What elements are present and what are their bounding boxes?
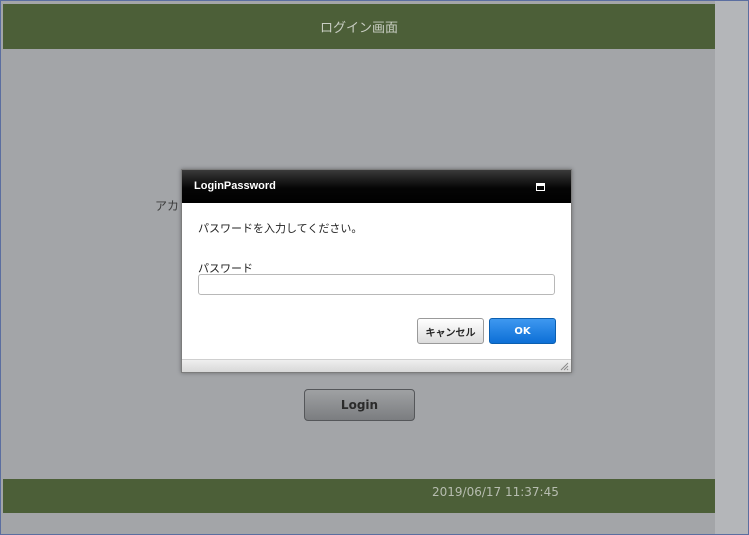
page-footer: 2019/06/17 11:37:45 [3,479,715,513]
page-header: ログイン画面 [3,4,715,49]
page-title: ログイン画面 [319,21,398,36]
dialog-title: LoginPassword [194,180,276,192]
cancel-button-label: キャンセル [425,327,476,339]
cancel-button[interactable]: キャンセル [417,318,484,344]
footer-timestamp: 2019/06/17 11:37:45 [432,485,559,499]
dialog-message: パスワードを入力してください。 [198,222,363,235]
login-button-label: Login [340,398,379,412]
scroll-gutter [715,1,748,534]
login-button[interactable]: Login [304,389,415,421]
login-password-dialog: LoginPassword パスワードを入力してください。 パスワード キャンセ… [181,169,572,373]
ok-button[interactable]: OK [489,318,556,344]
login-screen: ログイン画面 アカ Login 2019/06/17 11:37:45 Logi… [0,0,749,535]
dialog-statusbar [182,359,571,372]
dialog-titlebar[interactable]: LoginPassword [182,170,571,203]
maximize-icon[interactable] [536,183,545,191]
ok-button-label: OK [514,325,531,337]
password-input[interactable] [198,274,555,295]
account-label-partial: アカ [155,199,180,213]
resize-grip-icon[interactable] [560,362,569,371]
